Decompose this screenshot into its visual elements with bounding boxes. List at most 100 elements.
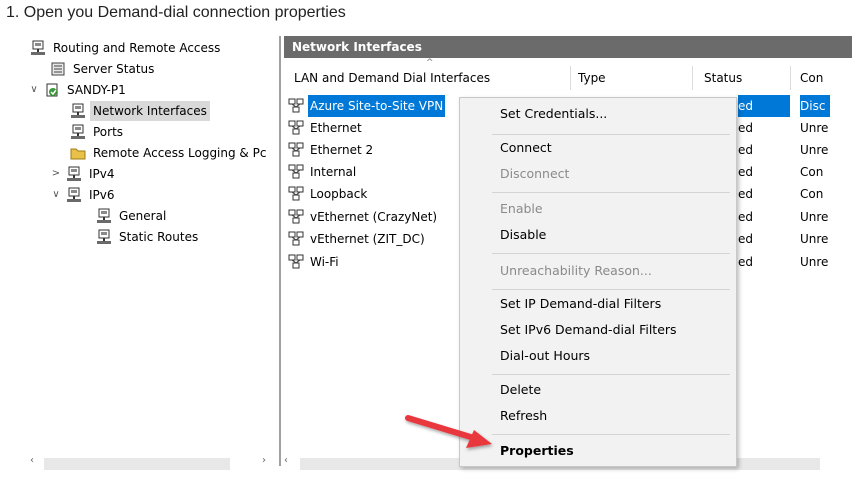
- tree-item-label: IPv6: [89, 188, 115, 202]
- server-node-icon: [44, 82, 60, 98]
- connection-cell: Con: [800, 187, 824, 201]
- chevron-down-icon[interactable]: ∨: [28, 80, 40, 100]
- column-header-status[interactable]: Status: [704, 66, 742, 90]
- console-tree[interactable]: Routing and Remote Access Server Status …: [0, 38, 278, 458]
- tree-item-general[interactable]: General: [96, 206, 169, 226]
- table-row[interactable]: Ethernet: [288, 117, 364, 139]
- connection-cell: Unre: [800, 255, 829, 269]
- menu-item-connect[interactable]: Connect: [500, 137, 552, 159]
- status-cell: ed: [738, 255, 753, 269]
- tree-item-label: Routing and Remote Access: [53, 41, 221, 55]
- interface-name: Internal: [310, 165, 357, 179]
- tree-item-label: General: [119, 209, 167, 223]
- connection-cell: Unre: [800, 210, 829, 224]
- ipv6-icon: [66, 187, 82, 203]
- connection-cell: Unre: [800, 232, 829, 246]
- menu-separator: [492, 434, 730, 435]
- tree-item-label: Remote Access Logging & Pc: [93, 146, 267, 160]
- status-cell: ed: [738, 232, 753, 246]
- menu-item-dial-out-hours[interactable]: Dial-out Hours: [500, 345, 590, 367]
- table-row[interactable]: Ethernet 2: [288, 139, 375, 161]
- tree-item-sandy-p1[interactable]: ∨ SANDY-P1: [28, 80, 129, 100]
- tree-item-label: IPv4: [89, 167, 115, 181]
- tree-item-label: Server Status: [73, 62, 155, 76]
- panel-title: Network Interfaces: [284, 36, 852, 58]
- server-status-icon: [50, 61, 66, 77]
- pane-splitter[interactable]: [279, 36, 281, 466]
- tree-item-server-status[interactable]: Server Status: [50, 59, 157, 79]
- menu-separator: [492, 253, 730, 254]
- menu-item-set-ip-filters[interactable]: Set IP Demand-dial Filters: [500, 293, 661, 315]
- table-row[interactable]: Internal: [288, 161, 358, 183]
- interface-name: Azure Site-to-Site VPN: [308, 95, 446, 117]
- tree-item-ipv4[interactable]: > IPv4: [50, 164, 118, 184]
- server-computer-icon: [30, 40, 46, 56]
- tree-item-network-interfaces[interactable]: Network Interfaces: [70, 101, 210, 121]
- table-row[interactable]: vEthernet (ZIT_DC): [288, 228, 427, 250]
- chevron-right-icon[interactable]: >: [50, 164, 62, 184]
- interface-name: Loopback: [310, 187, 368, 201]
- tree-item-label: SANDY-P1: [67, 83, 126, 97]
- chevron-down-icon[interactable]: ∨: [50, 185, 62, 205]
- menu-item-refresh[interactable]: Refresh: [500, 405, 547, 427]
- menu-item-delete[interactable]: Delete: [500, 379, 541, 401]
- status-cell: ed: [738, 95, 790, 117]
- tree-item-label: Static Routes: [119, 230, 199, 244]
- scroll-left-icon[interactable]: ‹: [284, 455, 288, 466]
- table-row[interactable]: vEthernet (CrazyNet): [288, 206, 439, 228]
- column-divider[interactable]: [692, 66, 693, 90]
- table-row[interactable]: Azure Site-to-Site VPN: [288, 95, 446, 117]
- menu-item-set-ipv6-filters[interactable]: Set IPv6 Demand-dial Filters: [500, 319, 677, 341]
- status-cell: ed: [738, 210, 753, 224]
- tree-item-remote-access-logging[interactable]: Remote Access Logging & Pc: [70, 143, 269, 163]
- table-row[interactable]: Wi-Fi: [288, 251, 341, 273]
- scroll-left-icon[interactable]: ‹: [30, 455, 34, 466]
- network-adapter-icon: [288, 254, 304, 270]
- connection-cell: Unre: [800, 143, 829, 157]
- interface-name: Ethernet: [310, 121, 362, 135]
- menu-item-set-credentials[interactable]: Set Credentials...: [500, 103, 607, 125]
- column-divider[interactable]: [570, 66, 571, 90]
- ports-icon: [70, 124, 86, 140]
- general-icon: [96, 208, 112, 224]
- column-divider[interactable]: [790, 66, 791, 90]
- tree-item-routing-remote-access[interactable]: Routing and Remote Access: [30, 38, 223, 58]
- ipv4-icon: [66, 166, 82, 182]
- interface-name: Wi-Fi: [310, 255, 339, 269]
- tree-horizontal-scrollbar[interactable]: [44, 458, 230, 470]
- tree-item-ports[interactable]: Ports: [70, 122, 126, 142]
- column-header-connection[interactable]: Con: [800, 66, 823, 90]
- table-row[interactable]: Loopback: [288, 183, 369, 205]
- network-adapter-icon: [288, 120, 304, 136]
- network-adapter-icon: [288, 164, 304, 180]
- connection-cell: Unre: [800, 121, 829, 135]
- context-menu: Set Credentials... Connect Disconnect En…: [459, 97, 737, 467]
- menu-item-enable: Enable: [500, 201, 543, 216]
- network-interfaces-icon: [70, 103, 86, 119]
- menu-separator: [492, 374, 730, 375]
- interface-name: vEthernet (CrazyNet): [310, 210, 438, 224]
- interface-name: Ethernet 2: [310, 143, 374, 157]
- tree-item-ipv6[interactable]: ∨ IPv6: [50, 185, 118, 205]
- status-cell: ed: [738, 143, 753, 157]
- network-adapter-icon: [288, 98, 304, 114]
- status-cell: ed: [738, 165, 753, 179]
- network-adapter-icon: [288, 142, 304, 158]
- network-adapter-icon: [288, 209, 304, 225]
- menu-item-disable[interactable]: Disable: [500, 224, 546, 246]
- column-header-name[interactable]: LAN and Demand Dial Interfaces: [294, 66, 490, 90]
- connection-cell: Disc: [800, 95, 830, 117]
- network-adapter-icon: [288, 186, 304, 202]
- column-header-type[interactable]: Type: [578, 66, 606, 90]
- menu-separator: [492, 192, 730, 193]
- scroll-right-icon[interactable]: ›: [262, 455, 266, 466]
- network-adapter-icon: [288, 231, 304, 247]
- static-routes-icon: [96, 229, 112, 245]
- tree-item-label: Network Interfaces: [90, 101, 210, 121]
- tree-item-static-routes[interactable]: Static Routes: [96, 227, 201, 247]
- menu-separator: [492, 134, 730, 135]
- connection-cell: Con: [800, 165, 824, 179]
- status-cell: ed: [738, 187, 753, 201]
- menu-item-properties[interactable]: Properties: [500, 440, 574, 462]
- folder-icon: [70, 145, 86, 161]
